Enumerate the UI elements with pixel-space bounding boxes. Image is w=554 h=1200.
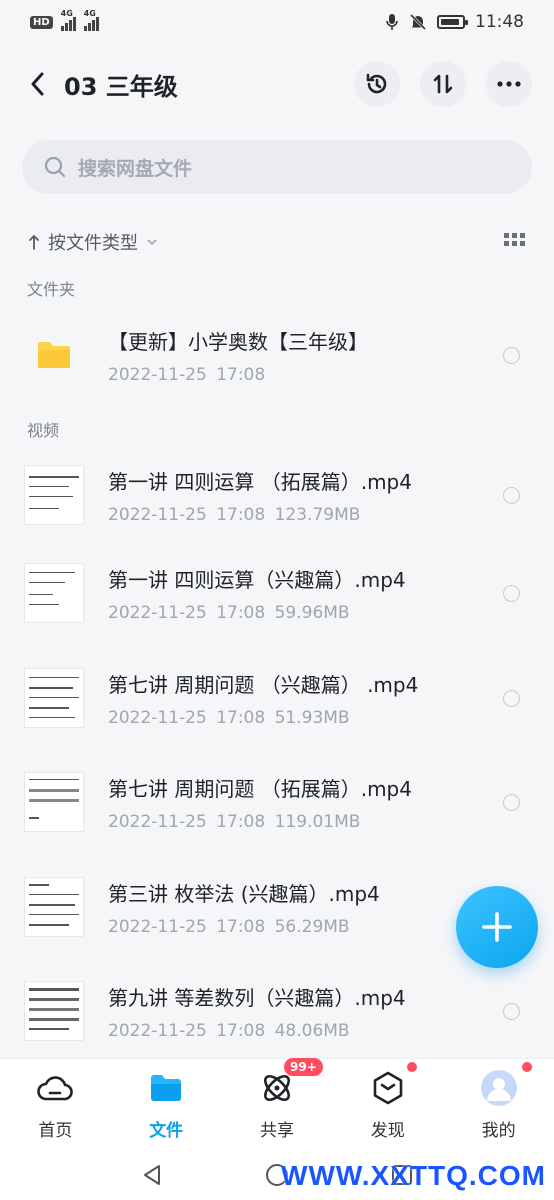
discover-notification-dot (406, 1062, 417, 1072)
signal-icon: 4G (60, 9, 76, 31)
section-label-folders: 文件夹 (27, 280, 76, 299)
search-bar[interactable]: 搜索网盘文件 (22, 140, 532, 194)
select-radio[interactable] (503, 346, 520, 364)
item-name: 第九讲 等差数列（兴趣篇）.mp4 (108, 985, 406, 1010)
section-label-videos: 视频 (27, 421, 60, 440)
nav-share[interactable]: 99+ 共享 (222, 1058, 332, 1141)
chevron-left-icon (31, 72, 44, 96)
folder-icon (38, 342, 70, 368)
search-placeholder: 搜索网盘文件 (78, 157, 193, 180)
item-name: 【更新】小学奥数【三年级】 (108, 329, 368, 354)
list-item[interactable]: 第一讲 四则运算（兴趣篇）.mp4 2022-11-25 17:08 59.96… (0, 543, 554, 643)
page-title: 03 三年级 (64, 72, 178, 101)
share-badge: 99+ (283, 1058, 323, 1076)
nav-files-label: 文件 (149, 1121, 184, 1141)
status-bar: HD 4G 4G 11:48 (0, 0, 554, 44)
item-name: 第一讲 四则运算 （拓展篇）.mp4 (108, 469, 412, 494)
nav-discover-label: 发现 (370, 1121, 405, 1141)
grid-view-button[interactable] (504, 232, 526, 252)
item-meta: 2022-11-25 17:08 119.01MB (108, 811, 361, 832)
item-name: 第七讲 周期问题 （兴趣篇） .mp4 (108, 672, 419, 697)
me-notification-dot (521, 1062, 532, 1072)
arrow-up-icon (29, 235, 39, 250)
nav-home[interactable]: 首页 (0, 1068, 110, 1141)
atom-icon (263, 1074, 290, 1102)
grid-icon (504, 233, 525, 246)
cloud-icon (37, 1076, 74, 1101)
plus-icon (482, 912, 512, 942)
battery-icon (437, 15, 468, 29)
back-triangle-icon[interactable] (141, 1163, 163, 1187)
watermark: WWW.XXTTQ.COM (281, 1160, 546, 1191)
signal-icon-2: 4G (83, 9, 99, 31)
bottom-nav: 首页 文件 99+ 共享 发现 我的 (0, 1058, 554, 1150)
search-icon (44, 156, 66, 178)
video-thumbnail (24, 465, 84, 525)
nav-me[interactable]: 我的 (444, 1062, 554, 1141)
cube-icon (373, 1071, 403, 1105)
nav-discover[interactable]: 发现 (333, 1062, 443, 1141)
mute-bell-icon (409, 13, 427, 31)
clock: 11:48 (475, 12, 524, 32)
select-radio[interactable] (503, 689, 520, 707)
nav-files[interactable]: 文件 (111, 1068, 221, 1141)
sort-selector[interactable]: 按文件类型 (28, 229, 158, 255)
list-item[interactable]: 第一讲 四则运算 （拓展篇）.mp4 2022-11-25 17:08 123.… (0, 445, 554, 545)
chevron-down-icon (147, 239, 157, 246)
item-name: 第三讲 枚举法 (兴趣篇）.mp4 (108, 881, 380, 906)
add-button[interactable] (456, 886, 538, 968)
item-meta: 2022-11-25 17:08 123.79MB (108, 504, 361, 525)
item-meta: 2022-11-25 17:08 48.06MB (108, 1020, 350, 1041)
history-icon (366, 73, 387, 94)
nav-home-label: 首页 (38, 1121, 73, 1141)
video-thumbnail (24, 563, 84, 623)
list-item[interactable]: 第七讲 周期问题 （兴趣篇） .mp4 2022-11-25 17:08 51.… (0, 648, 554, 748)
folder-item[interactable]: 【更新】小学奥数【三年级】 2022-11-25 17:08 (0, 305, 554, 405)
microphone-icon (386, 14, 398, 30)
sort-row: 按文件类型 (28, 226, 526, 258)
select-radio[interactable] (503, 1002, 520, 1020)
hd-indicator: HD (30, 15, 53, 29)
folder-filled-icon (151, 1075, 182, 1101)
item-meta: 2022-11-25 17:08 59.96MB (108, 602, 350, 623)
sort-label: 按文件类型 (48, 233, 138, 254)
list-item[interactable]: 第九讲 等差数列（兴趣篇）.mp4 2022-11-25 17:08 48.06… (0, 961, 554, 1061)
item-meta: 2022-11-25 17:08 51.93MB (108, 707, 350, 728)
item-name: 第七讲 周期问题 （拓展篇）.mp4 (108, 776, 412, 801)
more-button[interactable] (486, 61, 532, 107)
video-thumbnail (24, 877, 84, 937)
more-icon (497, 81, 521, 87)
sort-button[interactable] (420, 61, 466, 107)
header: 03 三年级 (0, 56, 554, 112)
select-radio[interactable] (503, 486, 520, 504)
video-thumbnail (24, 668, 84, 728)
item-meta: 2022-11-25 17:08 56.29MB (108, 916, 350, 937)
nav-me-label: 我的 (481, 1121, 516, 1141)
back-button[interactable] (22, 64, 52, 104)
item-name: 第一讲 四则运算（兴趣篇）.mp4 (108, 567, 406, 592)
video-thumbnail (24, 981, 84, 1041)
video-thumbnail (24, 772, 84, 832)
item-meta: 2022-11-25 17:08 (108, 364, 266, 385)
nav-share-label: 共享 (259, 1121, 294, 1141)
sort-icon (433, 74, 453, 94)
avatar-icon (480, 1070, 517, 1106)
select-radio[interactable] (503, 584, 520, 602)
history-button[interactable] (354, 61, 400, 107)
select-radio[interactable] (503, 793, 520, 811)
list-item[interactable]: 第七讲 周期问题 （拓展篇）.mp4 2022-11-25 17:08 119.… (0, 752, 554, 852)
